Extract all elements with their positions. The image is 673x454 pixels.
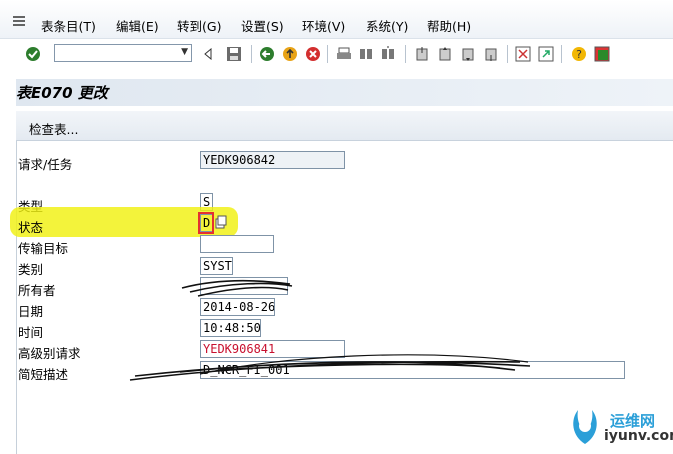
parent-request-label: 高级别请求 <box>18 346 81 361</box>
last-page-icon[interactable] <box>482 45 500 63</box>
menu-edit[interactable]: 编辑(E) <box>116 16 159 35</box>
cancel-icon[interactable] <box>304 45 322 63</box>
page-title: 表E070 更改 <box>16 84 108 102</box>
back-icon[interactable] <box>258 45 276 63</box>
menu-goto[interactable]: 转到(G) <box>177 16 221 35</box>
print-icon[interactable] <box>335 45 353 63</box>
first-page-icon[interactable] <box>413 45 431 63</box>
save-icon[interactable] <box>225 45 243 63</box>
find-next-icon[interactable] <box>379 45 397 63</box>
target-label: 传输目标 <box>18 241 69 256</box>
watermark-url: iyunv.com <box>604 428 673 444</box>
find-icon[interactable] <box>357 45 375 63</box>
customize-layout-icon[interactable] <box>593 45 611 63</box>
help-icon[interactable]: ? <box>570 45 588 63</box>
menu-system[interactable]: 系统(Y) <box>366 16 408 35</box>
chevron-down-icon[interactable]: ▼ <box>181 47 188 57</box>
application-toolbar <box>16 111 673 141</box>
watermark-logo <box>573 410 597 444</box>
date-label: 日期 <box>18 304 44 319</box>
time-label: 时间 <box>18 325 44 340</box>
redaction-scribble <box>129 279 531 381</box>
request-label: 请求/任务 <box>18 157 73 172</box>
svg-text:?: ? <box>576 48 582 61</box>
short-description-label: 简短描述 <box>18 367 69 382</box>
toolbar-separator <box>327 45 328 63</box>
shortcut-icon[interactable] <box>537 45 555 63</box>
toolbar-separator <box>507 45 508 63</box>
menu-bar: 表条目(T) 编辑(E) 转到(G) 设置(S) 环境(V) 系统(Y) 帮助(… <box>0 0 673 38</box>
title-bar <box>16 79 673 106</box>
menu-table-entry[interactable]: 表条目(T) <box>41 16 96 35</box>
standard-toolbar: ▼ ? <box>0 38 673 105</box>
request-field[interactable]: YEDK906842 <box>200 151 345 169</box>
next-page-icon[interactable] <box>459 45 477 63</box>
previous-page-icon[interactable] <box>436 45 454 63</box>
menu-help[interactable]: 帮助(H) <box>427 16 471 35</box>
sap-window-icon[interactable] <box>12 13 26 29</box>
category-label: 类别 <box>18 262 44 277</box>
toolbar-separator <box>405 45 406 63</box>
create-session-icon[interactable] <box>514 45 532 63</box>
check-table-button[interactable]: 检查表... <box>29 119 78 138</box>
menu-environment[interactable]: 环境(V) <box>302 16 345 35</box>
status-red-outline <box>198 212 214 234</box>
toolbar-separator <box>561 45 562 63</box>
enter-check-icon[interactable] <box>24 45 42 63</box>
status-label: 状态 <box>18 220 44 235</box>
command-field[interactable]: ▼ <box>54 44 192 62</box>
exit-icon[interactable] <box>281 45 299 63</box>
toolbar-separator <box>251 45 252 63</box>
menu-settings[interactable]: 设置(S) <box>241 16 284 35</box>
target-field[interactable] <box>200 235 274 253</box>
owner-label: 所有者 <box>18 283 56 298</box>
collapse-arrow-icon[interactable] <box>203 45 213 63</box>
possible-entries-icon[interactable] <box>215 215 227 229</box>
